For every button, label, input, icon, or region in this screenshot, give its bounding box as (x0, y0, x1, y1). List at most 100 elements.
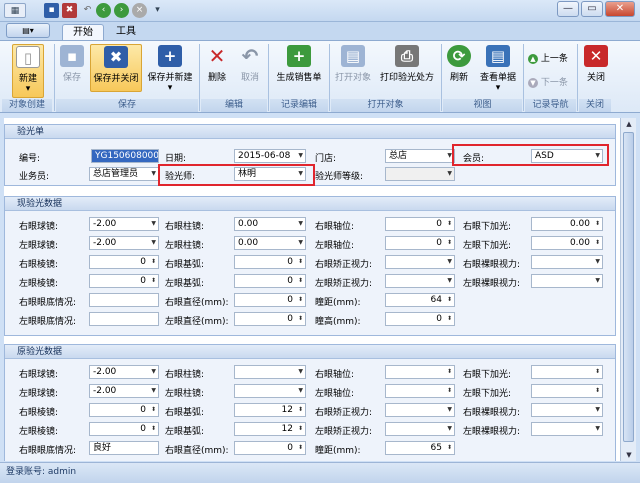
value-field[interactable]: 0 ⬍ (234, 293, 306, 307)
value-field[interactable]: 0 ⬍ (234, 274, 306, 288)
save-button[interactable]: ▪ 保存 (58, 44, 86, 92)
spinner-icon[interactable]: ⬍ (151, 423, 156, 435)
back-icon[interactable]: ‹ (96, 3, 111, 18)
spinner-icon[interactable]: ⬍ (298, 442, 303, 454)
generate-sales-button[interactable]: + 生成销售单 (272, 44, 326, 92)
forward-icon[interactable]: › (114, 3, 129, 18)
stop-icon[interactable]: × (132, 3, 147, 18)
chevron-down-icon[interactable]: ▼ (447, 256, 452, 268)
save-close-button[interactable]: ✖ 保存并关闭 (90, 44, 142, 92)
value-field[interactable]: ⬍ (531, 365, 603, 379)
chevron-down-icon[interactable]: ▼ (447, 168, 452, 180)
chevron-down-icon[interactable]: ▼ (151, 237, 156, 249)
chevron-down-icon[interactable]: ▼ (151, 218, 156, 230)
value-select[interactable]: ▼ (385, 255, 455, 269)
save-close-icon[interactable]: ✖ (62, 3, 77, 18)
value-field[interactable]: 0 ⬍ (385, 217, 455, 231)
chevron-down-icon[interactable]: ▼ (151, 385, 156, 397)
value-select[interactable]: -2.00 ▼ (89, 236, 159, 250)
chevron-down-icon[interactable]: ▼ (595, 404, 600, 416)
new-button[interactable]: ▯ 新建 ▾ (12, 44, 44, 98)
spinner-icon[interactable]: ⬍ (447, 237, 452, 249)
spinner-icon[interactable]: ⬍ (447, 294, 452, 306)
value-field[interactable]: 0 ⬍ (89, 422, 159, 436)
value-field[interactable]: ⬍ (385, 384, 455, 398)
save-icon[interactable]: ▪ (44, 3, 59, 18)
value-select[interactable]: -2.00 ▼ (89, 365, 159, 379)
chevron-down-icon[interactable]: ▼ (298, 237, 303, 249)
value-field[interactable]: 0 ⬍ (234, 312, 306, 326)
refresh-button[interactable]: ⟳ 刷新 (445, 44, 473, 92)
close-button[interactable]: ✕ 关闭 (582, 44, 610, 92)
value-select[interactable]: ▼ (531, 422, 603, 436)
save-new-button[interactable]: + 保存并新建 ▾ (144, 44, 196, 93)
spinner-icon[interactable]: ⬍ (595, 237, 600, 249)
spinner-icon[interactable]: ⬍ (298, 423, 303, 435)
spinner-icon[interactable]: ⬍ (595, 366, 600, 378)
value-field[interactable]: ⬍ (385, 365, 455, 379)
value-field[interactable] (89, 293, 159, 307)
value-field[interactable]: 0 ⬍ (385, 236, 455, 250)
chevron-down-icon[interactable]: ▼ (447, 404, 452, 416)
chevron-down-icon[interactable]: ▼ (447, 275, 452, 287)
optometrist-level-select[interactable]: ▼ (385, 167, 455, 181)
spinner-icon[interactable]: ⬍ (595, 385, 600, 397)
file-menu-button[interactable]: ▤▾ (6, 23, 50, 38)
date-field[interactable]: 2015-06-08 ▼ (234, 149, 306, 163)
chevron-down-icon[interactable]: ▼ (298, 366, 303, 378)
scroll-down-icon[interactable]: ▼ (621, 449, 637, 461)
chevron-down-icon[interactable]: ▼ (151, 168, 156, 180)
spinner-icon[interactable]: ⬍ (595, 218, 600, 230)
value-field[interactable]: 65 ⬍ (385, 441, 455, 455)
cancel-button[interactable]: ↶ 取消 (236, 44, 264, 92)
scroll-up-icon[interactable]: ▲ (621, 118, 637, 130)
value-select[interactable]: -2.00 ▼ (89, 217, 159, 231)
spinner-icon[interactable]: ⬍ (151, 404, 156, 416)
previous-record-button[interactable]: ▲ 上一条 (528, 51, 568, 64)
spinner-icon[interactable]: ⬍ (151, 275, 156, 287)
view-list-button[interactable]: ▤ 查看单据 ▾ (476, 44, 520, 93)
restore-button[interactable]: ▭ (581, 1, 603, 17)
spinner-icon[interactable]: ⬍ (151, 256, 156, 268)
value-select[interactable]: 0.00 ▼ (234, 217, 306, 231)
close-window-button[interactable]: ✕ (605, 1, 635, 17)
tab-tools[interactable]: 工具 (106, 24, 146, 40)
value-field[interactable]: ⬍ (531, 384, 603, 398)
value-field[interactable]: 0 ⬍ (89, 403, 159, 417)
salesman-select[interactable]: 总店管理员 ▼ (89, 167, 159, 181)
chevron-down-icon[interactable]: ▼ (151, 366, 156, 378)
minimize-button[interactable]: — (557, 1, 579, 17)
chevron-down-icon[interactable]: ▼ (595, 275, 600, 287)
spinner-icon[interactable]: ⬍ (447, 442, 452, 454)
spinner-icon[interactable]: ⬍ (298, 404, 303, 416)
vertical-scrollbar[interactable]: ▲ ▼ (620, 118, 636, 461)
value-select[interactable]: ▼ (385, 422, 455, 436)
tab-start[interactable]: 开始 (62, 24, 104, 40)
value-field[interactable]: 12 ⬍ (234, 403, 306, 417)
value-select[interactable]: 0.00 ▼ (234, 236, 306, 250)
value-field[interactable]: 0.00 ⬍ (531, 236, 603, 250)
spinner-icon[interactable]: ⬍ (447, 385, 452, 397)
number-field[interactable]: YG150608000 (91, 149, 159, 163)
value-field[interactable]: 64 ⬍ (385, 293, 455, 307)
chevron-down-icon[interactable]: ▼ (298, 218, 303, 230)
value-select[interactable]: ▼ (531, 403, 603, 417)
open-object-button[interactable]: ▤ 打开对象 (332, 44, 374, 92)
value-field[interactable] (89, 312, 159, 326)
value-field[interactable]: 0 ⬍ (89, 274, 159, 288)
value-select[interactable]: ▼ (234, 365, 306, 379)
value-field[interactable]: 0.00 ⬍ (531, 217, 603, 231)
value-select[interactable]: -2.00 ▼ (89, 384, 159, 398)
spinner-icon[interactable]: ⬍ (298, 256, 303, 268)
spinner-icon[interactable]: ⬍ (447, 218, 452, 230)
value-field[interactable]: 12 ⬍ (234, 422, 306, 436)
chevron-down-icon[interactable]: ▼ (298, 385, 303, 397)
value-select[interactable]: ▼ (385, 274, 455, 288)
value-field[interactable]: 良好 (89, 441, 159, 455)
spinner-icon[interactable]: ⬍ (447, 366, 452, 378)
store-select[interactable]: 总店 ▼ (385, 149, 455, 163)
value-field[interactable]: 0 ⬍ (385, 312, 455, 326)
spinner-icon[interactable]: ⬍ (298, 275, 303, 287)
scrollbar-thumb[interactable] (623, 132, 634, 442)
value-field[interactable]: 0 ⬍ (89, 255, 159, 269)
